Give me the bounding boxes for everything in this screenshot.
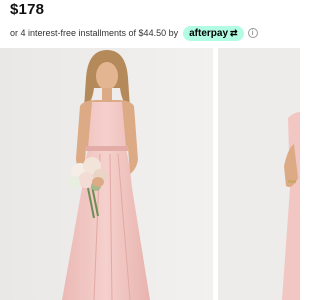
info-icon[interactable]: i xyxy=(247,28,258,38)
afterpay-label: afterpay xyxy=(189,27,228,39)
product-image-main[interactable] xyxy=(0,48,213,300)
installments-text: or 4 interest-free installments of $44.5… xyxy=(10,28,179,38)
afterpay-arrows-icon: ⇄ xyxy=(230,27,238,38)
installments-row: or 4 interest-free installments of $44.5… xyxy=(10,25,258,41)
afterpay-badge[interactable]: afterpay ⇄ xyxy=(183,25,244,41)
product-image-next[interactable] xyxy=(218,48,300,300)
product-gallery xyxy=(0,48,300,300)
product-price: $178 xyxy=(10,1,45,18)
